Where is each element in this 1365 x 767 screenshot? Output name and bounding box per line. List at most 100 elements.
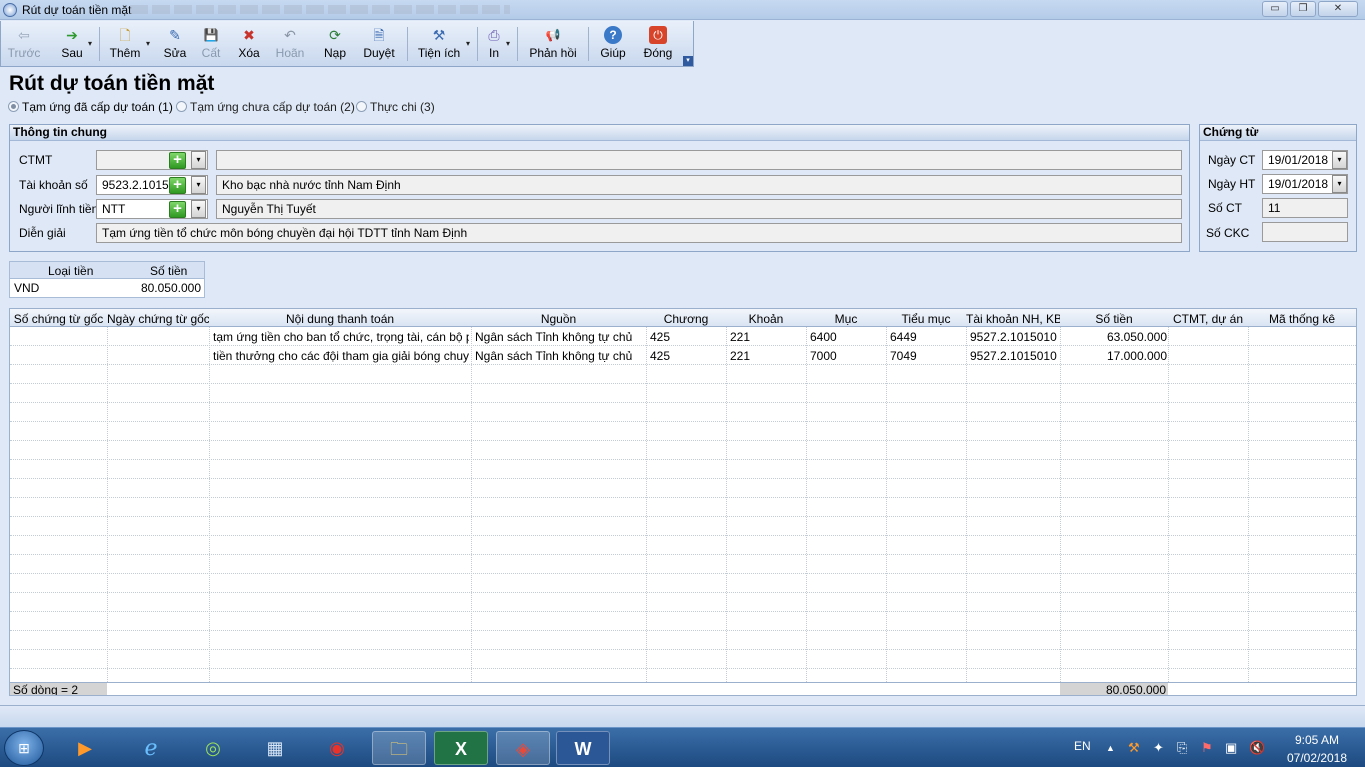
restore-button[interactable]: ❐ — [1290, 1, 1316, 17]
col-header-amount[interactable]: Số tiền — [1060, 312, 1168, 326]
empty-row[interactable] — [10, 536, 1356, 555]
empty-row[interactable] — [10, 612, 1356, 631]
print-dropdown-arrow[interactable]: ▾ — [506, 39, 510, 48]
clock-time[interactable]: 9:05 AM — [1282, 733, 1352, 749]
receiver-dropdown-button[interactable]: ▾ — [191, 200, 206, 218]
col-header-source[interactable]: Nguồn — [471, 312, 646, 326]
load-button[interactable]: ⟳ Nạp — [319, 23, 351, 65]
delete-icon: ✖ — [243, 27, 255, 43]
close-button[interactable]: ⏻ Đóng — [639, 23, 677, 65]
currency-row[interactable]: VND 80.050.000 — [10, 279, 204, 297]
receiver-name-input[interactable]: Nguyễn Thị Tuyết — [216, 199, 1182, 219]
col-header-original-voucher-date[interactable]: Ngày chứng từ gốc — [107, 312, 209, 326]
tray-power-icon[interactable]: ▣ — [1225, 740, 1237, 756]
empty-row[interactable] — [10, 479, 1356, 498]
tray-flag-icon[interactable]: ⚑ — [1201, 740, 1213, 756]
radio-advance-allocated[interactable]: Tạm ứng đã cấp dự toán (1) — [8, 100, 173, 114]
tray-volume-muted-icon[interactable]: 🔇 — [1249, 740, 1265, 756]
empty-row[interactable] — [10, 650, 1356, 669]
table-row[interactable]: tiền thưởng cho các đội tham gia giải bó… — [10, 346, 1356, 365]
clock-date[interactable]: 07/02/2018 — [1282, 751, 1352, 767]
empty-row[interactable] — [10, 574, 1356, 593]
col-header-stat-code[interactable]: Mã thống kê — [1248, 312, 1356, 326]
col-header-bank-account[interactable]: Tài khoản NH, KB — [966, 312, 1060, 326]
tray-tools-icon[interactable]: ⚒ — [1128, 740, 1140, 756]
empty-row[interactable] — [10, 593, 1356, 612]
voucher-number-label: Số CT — [1208, 201, 1243, 215]
word-icon[interactable]: W — [556, 731, 610, 765]
description-input[interactable]: Tạm ứng tiền tổ chức môn bóng chuyền đại… — [96, 223, 1182, 243]
col-header-sub-item[interactable]: Tiểu mục — [886, 312, 966, 326]
date-ct-label: Ngày CT — [1208, 153, 1256, 167]
empty-row[interactable] — [10, 365, 1356, 384]
approve-label: Duyệt — [363, 46, 395, 60]
control-panel-icon[interactable]: ▦ — [248, 731, 302, 765]
save-button[interactable]: 💾 Cất — [197, 23, 225, 65]
table-row[interactable]: tạm ứng tiền cho ban tổ chức, trọng tài,… — [10, 327, 1356, 346]
help-button[interactable]: ? Giúp — [596, 23, 630, 65]
window-title: Rút dự toán tiền mặt — [22, 3, 132, 17]
media-player-icon[interactable]: ▶ — [58, 731, 112, 765]
excel-icon[interactable]: X — [434, 731, 488, 765]
accounting-app-icon[interactable]: ◈ — [496, 731, 550, 765]
account-name-input[interactable]: Kho bạc nhà nước tỉnh Nam Định — [216, 175, 1182, 195]
feedback-button[interactable]: 📢 Phản hồi — [525, 23, 581, 65]
empty-row[interactable] — [10, 441, 1356, 460]
ctmt-dropdown-button[interactable]: ▾ — [191, 151, 206, 169]
col-header-project[interactable]: CTMT, dự án — [1168, 312, 1248, 326]
empty-row[interactable] — [10, 555, 1356, 574]
app-red-icon[interactable]: ◉ — [310, 731, 364, 765]
empty-row[interactable] — [10, 384, 1356, 403]
previous-button[interactable]: ⇦ Trước — [5, 23, 43, 65]
cell-section: 221 — [730, 349, 751, 363]
col-header-payment-content[interactable]: Nội dung thanh toán — [209, 312, 471, 326]
app-green-icon[interactable]: ◎ — [186, 731, 240, 765]
radio-actual-spending[interactable]: Thực chi (3) — [356, 100, 435, 114]
window-title-bar: Rút dự toán tiền mặt ▭ ❐ ✕ — [0, 0, 1365, 20]
empty-row[interactable] — [10, 403, 1356, 422]
delete-button[interactable]: ✖ Xóa — [233, 23, 265, 65]
add-button[interactable]: 🗋 Thêm — [105, 23, 145, 65]
add-ctmt-button[interactable]: + — [169, 152, 186, 169]
empty-row[interactable] — [10, 517, 1356, 536]
tray-app-icon[interactable]: ✦ — [1153, 740, 1164, 756]
save-label: Cất — [201, 46, 221, 60]
toolbar-options-icon[interactable]: ▾ — [683, 56, 693, 66]
feedback-label: Phản hồi — [529, 46, 577, 60]
voucher-number-input[interactable]: 11 — [1262, 198, 1348, 218]
add-receiver-button[interactable]: + — [169, 201, 186, 218]
col-header-section[interactable]: Khoản — [726, 312, 806, 326]
print-button[interactable]: ⎙ In — [482, 23, 506, 65]
account-dropdown-button[interactable]: ▾ — [191, 176, 206, 194]
empty-row[interactable] — [10, 631, 1356, 650]
show-hidden-icons-button[interactable]: ▲ — [1106, 743, 1115, 753]
empty-row[interactable] — [10, 498, 1356, 517]
cell-source: Ngân sách Tỉnh không tự chủ — [475, 349, 633, 363]
file-explorer-icon[interactable]: 🗀 — [372, 731, 426, 765]
internet-explorer-icon[interactable]: ℯ — [124, 731, 178, 765]
col-header-item[interactable]: Mục — [806, 312, 886, 326]
next-button[interactable]: ➔ Sau — [53, 23, 91, 65]
ckc-input[interactable] — [1262, 222, 1348, 242]
date-ct-picker-button[interactable]: ▾ — [1332, 151, 1347, 169]
minimize-button[interactable]: ▭ — [1262, 1, 1288, 17]
start-button[interactable]: ⊞ — [4, 730, 44, 766]
close-window-button[interactable]: ✕ — [1318, 1, 1358, 17]
col-header-chapter[interactable]: Chương — [646, 312, 726, 326]
add-dropdown-arrow[interactable]: ▾ — [146, 39, 150, 48]
next-dropdown-arrow[interactable]: ▾ — [88, 39, 92, 48]
empty-row[interactable] — [10, 460, 1356, 479]
date-ht-picker-button[interactable]: ▾ — [1332, 175, 1347, 193]
utilities-button[interactable]: ⚒ Tiện ích — [414, 23, 464, 65]
ctmt-name-input[interactable] — [216, 150, 1182, 170]
postpone-button[interactable]: ↶ Hoãn — [272, 23, 308, 65]
col-header-original-voucher-no[interactable]: Số chứng từ gốc — [10, 312, 107, 326]
approve-button[interactable]: 🗎 Duyệt — [359, 23, 399, 65]
tray-network-icon[interactable]: ⎘ — [1177, 740, 1187, 756]
language-indicator[interactable]: EN — [1074, 739, 1091, 755]
edit-button[interactable]: ✎ Sửa — [159, 23, 191, 65]
radio-advance-unallocated[interactable]: Tạm ứng chưa cấp dự toán (2) — [176, 100, 355, 114]
empty-row[interactable] — [10, 422, 1356, 441]
add-account-button[interactable]: + — [169, 177, 186, 194]
utilities-dropdown-arrow[interactable]: ▾ — [466, 39, 470, 48]
